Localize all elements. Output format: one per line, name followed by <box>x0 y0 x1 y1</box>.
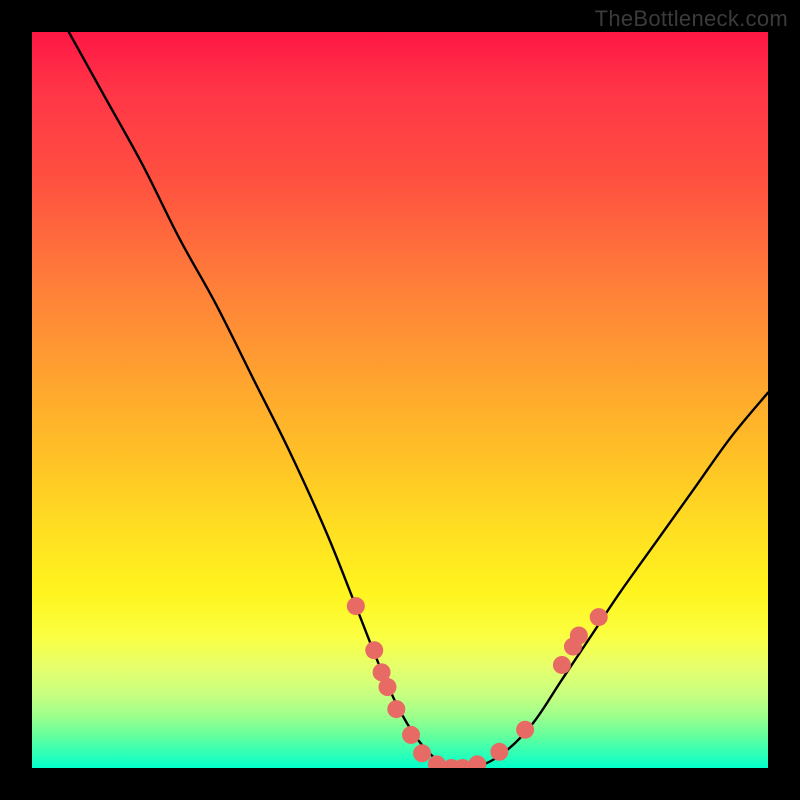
bottleneck-curve <box>69 32 768 768</box>
marker-dot <box>590 608 608 626</box>
marker-dot <box>347 597 365 615</box>
marker-dot <box>516 721 534 739</box>
marker-dot <box>468 755 486 768</box>
chart-svg <box>32 32 768 768</box>
marker-dot <box>553 656 571 674</box>
marker-dot <box>387 700 405 718</box>
marker-dot <box>570 627 588 645</box>
marker-dot <box>413 744 431 762</box>
marker-dot <box>378 678 396 696</box>
marker-dot <box>402 726 420 744</box>
marker-dot <box>365 641 383 659</box>
chart-frame: TheBottleneck.com <box>0 0 800 800</box>
highlight-markers <box>347 597 608 768</box>
watermark-text: TheBottleneck.com <box>595 6 788 32</box>
plot-area <box>32 32 768 768</box>
marker-dot <box>490 743 508 761</box>
